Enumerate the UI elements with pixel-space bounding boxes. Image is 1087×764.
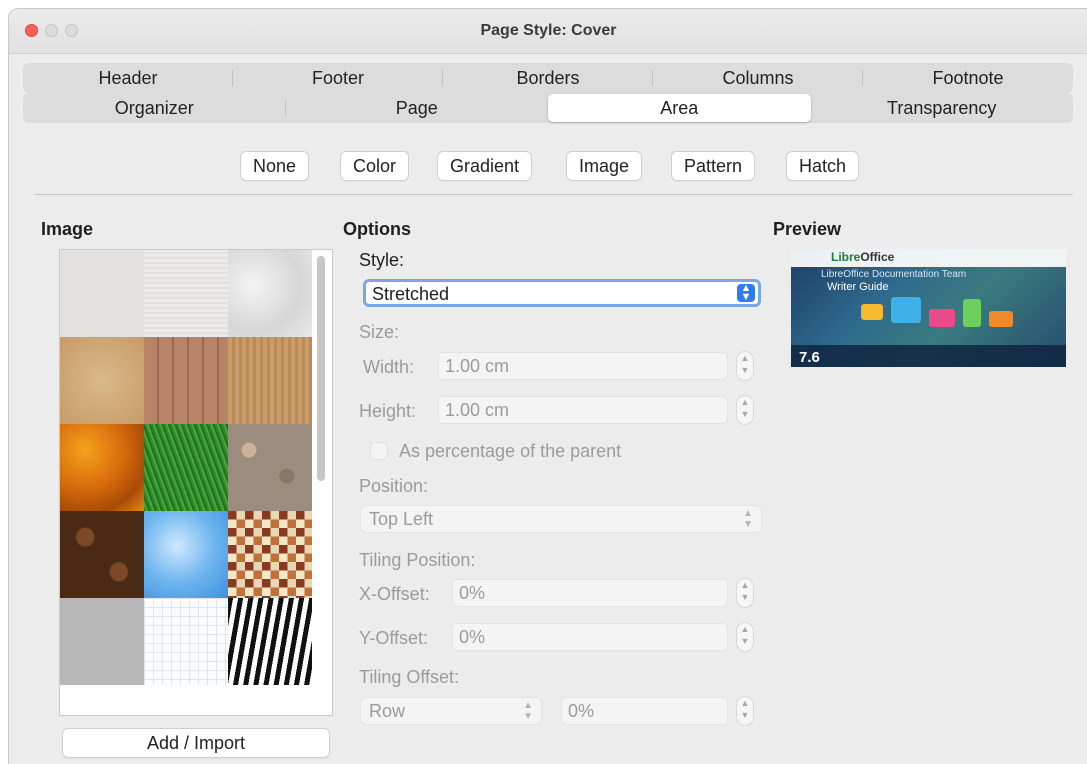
preview-book-title: Writer Guide (827, 281, 889, 293)
preview-shape (963, 299, 981, 327)
hatch-button[interactable]: Hatch (787, 152, 859, 180)
tile-sky-clouds[interactable] (144, 511, 228, 598)
tile-painted-white[interactable] (60, 250, 144, 337)
pattern-button[interactable]: Pattern (672, 152, 755, 180)
image-gallery[interactable] (59, 249, 333, 716)
tile-graph-paper[interactable] (144, 598, 228, 685)
tile-grass[interactable] (144, 424, 228, 511)
tiling-offset-mode: Row (369, 701, 406, 721)
preview-shape (891, 297, 921, 323)
tile-pebbles[interactable] (228, 424, 312, 511)
title-bar: Page Style: Cover (9, 9, 1087, 54)
page-style-dialog: Page Style: Cover Header Footer Borders … (8, 8, 1087, 764)
tab-row-1: Header Footer Borders Columns Footnote (23, 63, 1073, 93)
width-label: Width: (363, 357, 415, 377)
tile-color-squares[interactable] (228, 511, 312, 598)
percentage-label: As percentage of the parent (399, 441, 622, 461)
style-select[interactable]: Stretched ▲ ▼ (363, 279, 761, 307)
tile-paper-white[interactable] (144, 250, 228, 337)
tab-footnote[interactable]: Footnote (863, 64, 1073, 92)
size-label: Size: (359, 322, 400, 342)
preview-footer-band (791, 345, 1066, 367)
y-offset-value: 0% (459, 627, 486, 647)
preview-subtitle: LibreOffice Documentation Team (821, 269, 967, 280)
height-spinner[interactable]: ▲ ▼ (737, 396, 753, 424)
add-import-button[interactable]: Add / Import (63, 729, 329, 757)
height-field[interactable]: 1.00 cm (439, 397, 727, 423)
x-offset-value: 0% (459, 583, 486, 603)
y-offset-spinner[interactable]: ▲ ▼ (737, 623, 753, 651)
tile-fine-wood[interactable] (228, 337, 312, 424)
tiling-offset-spinner[interactable]: ▲ ▼ (737, 697, 753, 725)
position-label: Position: (359, 476, 429, 496)
tiling-offset-field[interactable]: 0% (562, 698, 727, 724)
tiling-position-label: Tiling Position: (359, 550, 476, 570)
chevron-updown-icon: ▲ ▼ (743, 508, 753, 530)
tab-page[interactable]: Page (286, 94, 549, 122)
tile-coffee-beans[interactable] (60, 511, 144, 598)
x-offset-spinner[interactable]: ▲ ▼ (737, 579, 753, 607)
tab-organizer[interactable]: Organizer (23, 94, 286, 122)
preview-version: 7.6 (799, 349, 820, 366)
tab-columns[interactable]: Columns (653, 64, 863, 92)
style-value: Stretched (372, 284, 450, 304)
libreoffice-logo: LibreOffice (831, 250, 895, 264)
color-button[interactable]: Color (341, 152, 409, 180)
position-select[interactable]: Top Left ▲ ▼ (361, 506, 761, 532)
tile-crumpled-paper[interactable] (228, 250, 312, 337)
none-button[interactable]: None (241, 152, 309, 180)
tab-area[interactable]: Area (548, 94, 811, 122)
preview-shape (929, 309, 955, 327)
tile-autumn-leaves[interactable] (60, 424, 144, 511)
width-value: 1.00 cm (445, 356, 510, 376)
percentage-checkbox[interactable] (371, 443, 387, 459)
width-spinner[interactable]: ▲ ▼ (737, 352, 753, 380)
preview-shape (989, 311, 1013, 327)
tiling-offset-label: Tiling Offset: (359, 667, 460, 687)
preview-section-title: Preview (773, 219, 842, 239)
tiling-offset-value: 0% (568, 701, 595, 721)
height-value: 1.00 cm (445, 400, 510, 420)
y-offset-field[interactable]: 0% (453, 624, 727, 650)
divider (35, 194, 1073, 195)
tab-borders[interactable]: Borders (443, 64, 653, 92)
x-offset-field[interactable]: 0% (453, 580, 727, 606)
position-value: Top Left (369, 509, 434, 529)
tab-footer[interactable]: Footer (233, 64, 443, 92)
tile-wooden-planks[interactable] (144, 337, 228, 424)
image-section-title: Image (41, 219, 94, 239)
tiling-offset-select[interactable]: Row ▲ ▼ (361, 698, 541, 724)
tile-zebra-stripes[interactable] (228, 598, 312, 685)
tab-transparency[interactable]: Transparency (811, 94, 1074, 122)
height-label: Height: (359, 401, 417, 421)
preview-shape (861, 304, 883, 320)
options-section-title: Options (343, 219, 411, 239)
gradient-button[interactable]: Gradient (438, 152, 532, 180)
image-button[interactable]: Image (567, 152, 642, 180)
tab-header[interactable]: Header (23, 64, 233, 92)
chevron-updown-icon: ▲ ▼ (737, 283, 755, 303)
style-label: Style: (359, 250, 405, 270)
tile-concrete[interactable] (60, 598, 144, 685)
preview-image: LibreOffice LibreOffice Documentation Te… (791, 249, 1066, 367)
width-field[interactable]: 1.00 cm (439, 353, 727, 379)
tab-row-2: Organizer Page Area Transparency (23, 93, 1073, 123)
chevron-updown-icon: ▲ ▼ (523, 700, 533, 722)
window-title: Page Style: Cover (480, 22, 617, 39)
x-offset-label: X-Offset: (359, 584, 430, 604)
gallery-scrollbar[interactable] (317, 256, 325, 481)
tile-parchment[interactable] (60, 337, 144, 424)
y-offset-label: Y-Offset: (359, 628, 429, 648)
